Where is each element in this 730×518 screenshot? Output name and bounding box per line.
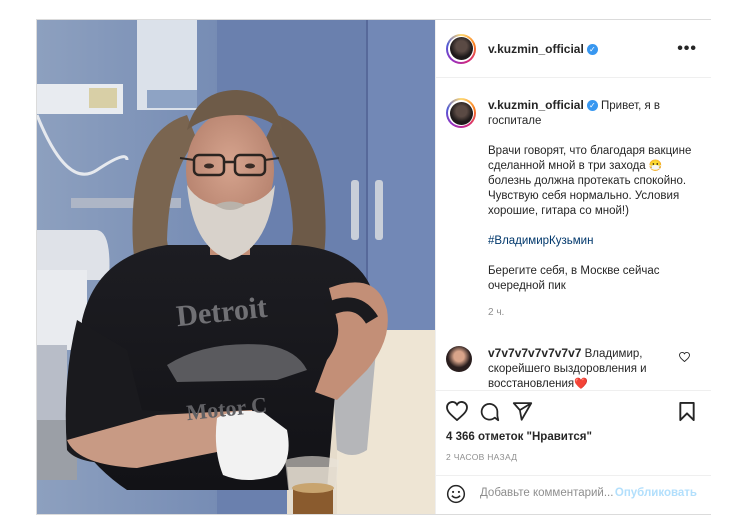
verified-badge-icon: ✓ (586, 100, 598, 111)
commenter-username[interactable]: v7v7v7v7v7v7v7 (488, 346, 581, 360)
add-comment-input[interactable] (480, 484, 615, 502)
emoji-smiley-icon[interactable] (446, 484, 466, 504)
caption-text: v.kuzmin_official ✓ Привет, я в госпитале… (488, 98, 704, 335)
commenter-avatar[interactable] (446, 346, 472, 372)
mask-emoji-icon: 😷 (648, 160, 663, 172)
caption-paragraph-3: Берегите себя, в Москве сейчас очередной… (488, 265, 660, 292)
like-comment-heart-icon[interactable] (679, 352, 690, 362)
likes-count[interactable]: 4 366 отметок "Нравится" (446, 431, 592, 443)
comment-bubble-icon[interactable] (479, 401, 500, 422)
post-photo[interactable]: Detroit Motor C (37, 20, 435, 514)
post-side-panel: v.kuzmin_official ✓ ••• v.kuzmin_official… (435, 20, 711, 514)
add-comment-bar: Опубликовать (436, 475, 711, 512)
hashtag-link[interactable]: #ВладимирКузьмин (488, 235, 593, 247)
instagram-post: Detroit Motor C v.kuzmin_official ✓ ••• … (36, 19, 711, 515)
comment-text-block: v7v7v7v7v7v7v7 Владимир, скорейшего вызд… (488, 346, 676, 390)
action-icons-row (446, 401, 701, 425)
post-timestamp[interactable]: 2 ЧАСОВ НАЗАД (446, 452, 517, 462)
heart-emoji-icon: ❤️ (574, 378, 588, 390)
post-photo-image: Detroit Motor C (37, 20, 435, 514)
author-username[interactable]: v.kuzmin_official (488, 42, 584, 56)
caption-author-avatar[interactable] (446, 98, 476, 128)
share-send-icon[interactable] (512, 401, 533, 421)
like-heart-icon[interactable] (446, 401, 468, 421)
post-header: v.kuzmin_official ✓ ••• (436, 20, 711, 78)
caption-time[interactable]: 2 ч. (488, 307, 504, 318)
caption-username[interactable]: v.kuzmin_official (488, 98, 584, 112)
caption-paragraph-1b: болезнь должна протекать спокойно. (488, 175, 687, 187)
author-name-block: v.kuzmin_official ✓ (488, 40, 598, 58)
caption-area[interactable]: v.kuzmin_official ✓ Привет, я в госпитале… (436, 78, 711, 390)
post-actions: 4 366 отметок "Нравится" 2 ЧАСОВ НАЗАД О… (436, 390, 711, 511)
more-options-icon[interactable]: ••• (677, 40, 697, 58)
publish-comment-button[interactable]: Опубликовать (615, 487, 697, 499)
author-avatar[interactable] (446, 33, 476, 64)
save-bookmark-icon[interactable] (678, 401, 696, 422)
verified-badge-icon: ✓ (586, 43, 598, 55)
caption-paragraph-2: Чувствую себя нормально. Условия хорошие… (488, 190, 680, 217)
